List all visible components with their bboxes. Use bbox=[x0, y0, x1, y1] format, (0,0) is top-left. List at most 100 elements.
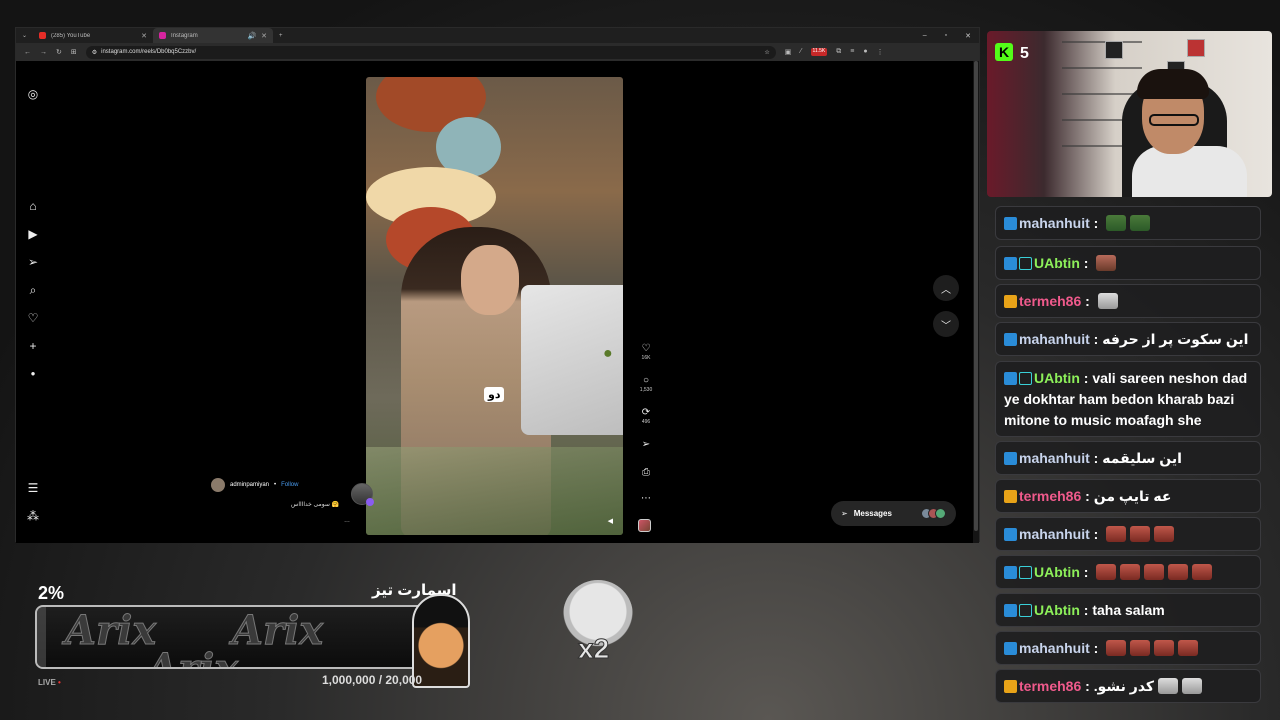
chat-separator: : bbox=[1081, 678, 1094, 694]
more-caption-icon[interactable]: … bbox=[344, 518, 350, 524]
chat-message: termeh86 : عه تایپ من bbox=[995, 479, 1261, 513]
url-text: instagram.com/reels/Db0bq5Czzbv/ bbox=[101, 49, 197, 55]
chat-username[interactable]: UAbtin bbox=[1034, 370, 1080, 386]
instagram-logo-icon[interactable]: ◎ bbox=[26, 87, 40, 101]
previous-reel-button[interactable]: ︿ bbox=[933, 275, 959, 301]
audio-thumbnail[interactable] bbox=[638, 519, 651, 532]
table-shape bbox=[366, 447, 623, 535]
next-reel-button[interactable]: ﹀ bbox=[933, 311, 959, 337]
close-window-icon[interactable]: ✕ bbox=[965, 32, 971, 40]
chat-username[interactable]: mahanhuit bbox=[1019, 215, 1090, 231]
extension-icons: ▣ ⁄ 11.5K ⧉ ≡ ● ⋮ bbox=[785, 48, 884, 56]
back-icon[interactable]: ← bbox=[24, 49, 31, 56]
address-bar[interactable]: ⚙ instagram.com/reels/Db0bq5Czzbv/ ☆ bbox=[85, 45, 776, 59]
scrollbar-thumb[interactable] bbox=[974, 61, 978, 531]
minimize-icon[interactable]: – bbox=[923, 32, 927, 40]
profile-avatar-icon[interactable]: ● bbox=[26, 367, 40, 381]
tab-search-icon[interactable]: ⌄ bbox=[16, 32, 33, 39]
forward-icon[interactable]: → bbox=[40, 49, 47, 56]
reel-video[interactable]: ● دو ◀ bbox=[366, 77, 623, 535]
more-action[interactable]: ⋯ bbox=[636, 493, 656, 505]
face-emote-icon bbox=[1192, 564, 1213, 580]
chat-username[interactable]: mahanhuit bbox=[1019, 450, 1090, 466]
frog-emote-icon bbox=[1130, 215, 1151, 231]
chat-username[interactable]: termeh86 bbox=[1019, 293, 1081, 309]
search-icon[interactable]: ⌕ bbox=[26, 283, 40, 297]
goal-percent: 2% bbox=[38, 583, 65, 603]
speaker-icon[interactable]: 🔊 bbox=[247, 32, 256, 40]
poster-shape bbox=[1105, 41, 1123, 59]
repost-action[interactable]: ⟳ 496 bbox=[636, 407, 656, 425]
close-tab-icon[interactable]: ✕ bbox=[261, 32, 267, 40]
chat-separator: : bbox=[1079, 602, 1093, 618]
video-caption: دو bbox=[484, 387, 505, 402]
bookmark-icon: ⎙ bbox=[642, 467, 650, 478]
create-icon[interactable]: + bbox=[26, 339, 40, 353]
comment-icon: ○ bbox=[642, 375, 650, 386]
tune-icon[interactable]: ⚙ bbox=[92, 49, 97, 56]
chat-username[interactable]: mahanhuit bbox=[1019, 526, 1090, 542]
chat-text: این سکوت پر از حرفه bbox=[1102, 331, 1249, 347]
tab-instagram[interactable]: Instagram 🔊 ✕ bbox=[153, 28, 274, 43]
chat-username[interactable]: UAbtin bbox=[1034, 255, 1080, 271]
tab-youtube[interactable]: (285) YouTube ✕ bbox=[33, 28, 153, 43]
verified-badge-icon bbox=[1004, 257, 1017, 270]
chat-message: UAbtin : bbox=[995, 555, 1261, 589]
new-tab-icon[interactable]: + bbox=[273, 33, 289, 39]
share-action[interactable]: ➢ bbox=[636, 439, 656, 451]
media-icon[interactable]: ≡ bbox=[850, 48, 854, 56]
reels-icon[interactable]: ▶ bbox=[26, 227, 40, 241]
subscriber-badge-icon bbox=[1019, 257, 1032, 270]
chat-separator: : bbox=[1079, 255, 1093, 271]
face-emote-icon bbox=[1144, 564, 1165, 580]
page-scrollbar[interactable] bbox=[973, 61, 979, 543]
heart-icon[interactable]: ♡ bbox=[26, 311, 40, 325]
follow-button[interactable]: Follow bbox=[281, 482, 298, 488]
extension-icon[interactable]: ⁄ bbox=[800, 48, 801, 56]
chat-username[interactable]: termeh86 bbox=[1019, 678, 1081, 694]
chat-username[interactable]: UAbtin bbox=[1034, 602, 1080, 618]
save-action[interactable]: ⎙ bbox=[636, 467, 656, 479]
cat-emote-icon bbox=[1097, 293, 1118, 309]
extensions-puzzle-icon[interactable]: ⧉ bbox=[836, 48, 841, 56]
close-tab-icon[interactable]: ✕ bbox=[141, 32, 147, 40]
comment-action[interactable]: ○ 1,530 bbox=[636, 375, 656, 393]
goal-bar-fill bbox=[37, 607, 46, 667]
threads-icon[interactable]: ⁂ bbox=[26, 509, 40, 523]
extension-badge[interactable]: 11.5K bbox=[810, 48, 828, 56]
comment-count: 1,530 bbox=[639, 387, 653, 393]
direct-send-icon[interactable]: ➢ bbox=[26, 255, 40, 269]
more-menu-icon[interactable]: ☰ bbox=[26, 481, 40, 495]
site-info-icon[interactable]: ⊞ bbox=[71, 48, 77, 56]
menu-icon[interactable]: ⋮ bbox=[877, 48, 884, 56]
reload-icon[interactable]: ↻ bbox=[56, 48, 62, 56]
like-count: 16K bbox=[641, 355, 651, 361]
kick-logo-icon: K bbox=[995, 43, 1013, 61]
repost-icon: ⟳ bbox=[641, 407, 651, 418]
chat-username[interactable]: mahanhuit bbox=[1019, 640, 1090, 656]
face-shape bbox=[461, 245, 519, 315]
extension-icon[interactable]: ▣ bbox=[785, 48, 792, 56]
profile-icon[interactable]: ● bbox=[863, 48, 867, 56]
maximize-icon[interactable]: ▫ bbox=[945, 32, 947, 40]
messages-avatars bbox=[921, 508, 946, 519]
chat-username[interactable]: termeh86 bbox=[1019, 488, 1081, 504]
cat-emote-icon bbox=[1158, 678, 1179, 694]
mute-icon[interactable]: ◀ bbox=[608, 517, 613, 525]
face-emote-icon bbox=[1154, 640, 1175, 656]
chat-username[interactable]: mahanhuit bbox=[1019, 331, 1090, 347]
shirt-shape bbox=[1132, 146, 1247, 197]
like-action[interactable]: ♡ 16K bbox=[636, 343, 656, 361]
instagram-page: ◎ ⌂ ▶ ➢ ⌕ ♡ + ● ☰ ⁂ ● دو ◀ adminpamiyan … bbox=[16, 61, 979, 543]
audio-avatar[interactable] bbox=[351, 483, 374, 506]
star-icon[interactable]: ☆ bbox=[764, 49, 769, 56]
home-icon[interactable]: ⌂ bbox=[26, 199, 40, 213]
chat-username[interactable]: UAbtin bbox=[1034, 564, 1080, 580]
author-name[interactable]: adminpamiyan bbox=[230, 482, 269, 488]
live-label: LIVE bbox=[38, 678, 56, 687]
face-emote-icon bbox=[1178, 640, 1199, 656]
messages-button[interactable]: ➢ Messages bbox=[831, 501, 956, 526]
verified-badge-icon bbox=[1004, 217, 1017, 230]
subscriber-badge-icon bbox=[1019, 604, 1032, 617]
author-avatar[interactable] bbox=[211, 478, 225, 492]
